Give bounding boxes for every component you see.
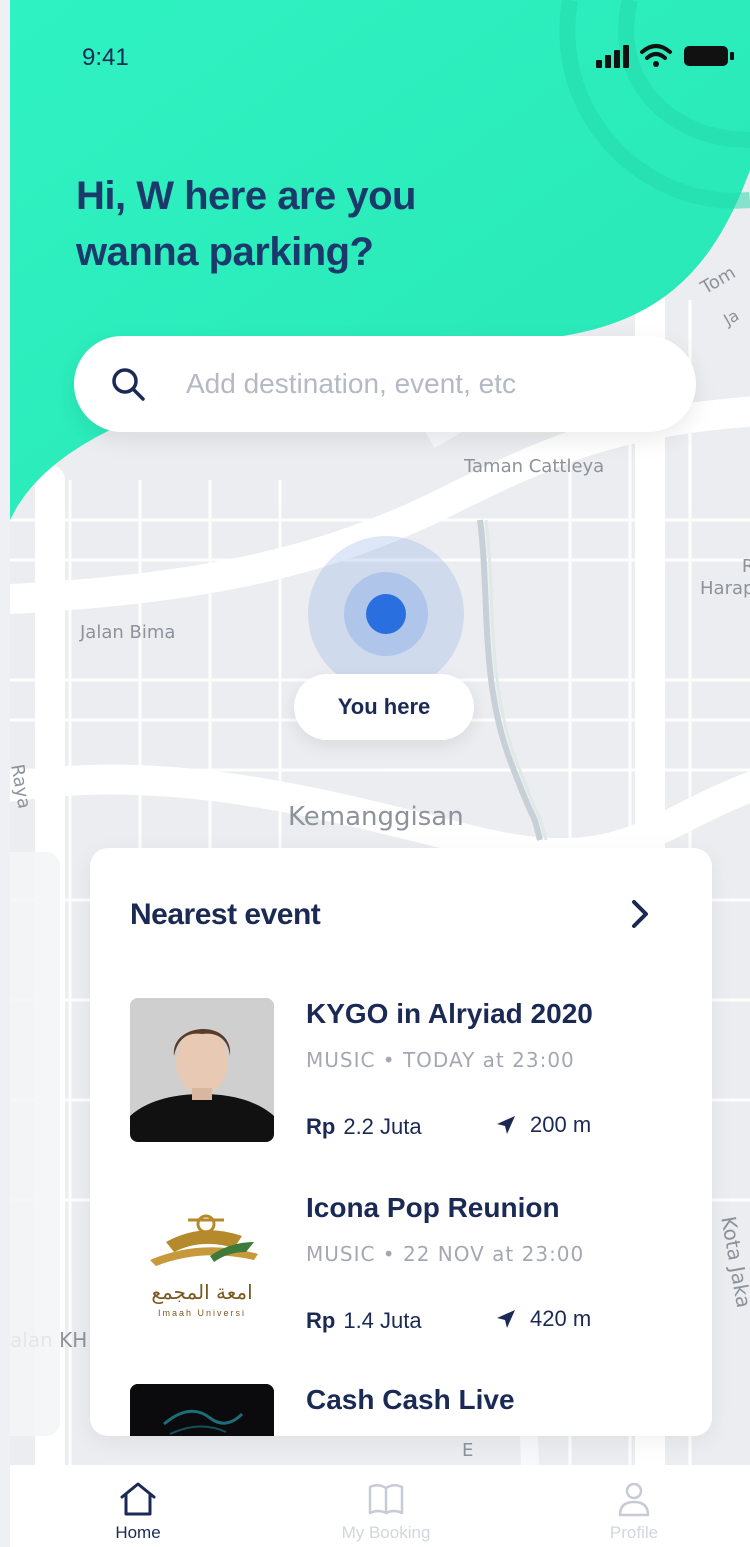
university-logo — [150, 1214, 258, 1266]
nearest-event-title: Nearest event — [130, 898, 321, 931]
event-meta: MUSIC • TODAY at 23:00 — [306, 1048, 575, 1072]
you-here-label: You here — [294, 674, 474, 740]
map-label-harap: R Harap — [700, 556, 750, 599]
book-icon — [368, 1484, 404, 1515]
greeting-heading: Hi, W here are you wanna parking? — [76, 168, 496, 280]
status-icons — [596, 44, 734, 68]
map-label-jalan-bima: Jalan Bima — [80, 622, 176, 643]
cash-cash-image — [130, 1384, 274, 1436]
event-thumbnail-portrait — [130, 998, 274, 1142]
event-meta: MUSIC • 22 NOV at 23:00 — [306, 1242, 585, 1266]
user-icon — [618, 1482, 650, 1517]
chevron-right-icon[interactable] — [626, 896, 654, 932]
logo-text-english: Imaah Universi — [157, 1308, 247, 1318]
greeting-line-1: Hi, W here are you — [76, 174, 416, 218]
event-thumbnail-logo: امعة المجمع Imaah Universi — [130, 1202, 274, 1346]
home-icon — [120, 1482, 156, 1516]
nav-item-profile[interactable]: Profile — [544, 1465, 724, 1547]
current-location-marker[interactable] — [366, 594, 406, 634]
event-price: Rp 2.2 Juta — [306, 1114, 422, 1140]
wifi-icon — [640, 44, 672, 67]
currency-label: Rp — [306, 1114, 336, 1139]
event-item[interactable]: Cash Cash Live — [130, 1384, 690, 1436]
header-background — [10, 0, 750, 520]
nav-label-profile: Profile — [609, 1523, 659, 1542]
map-label-kemanggisan: Kemanggisan — [288, 802, 464, 832]
battery-icon — [684, 46, 734, 66]
nav-item-home[interactable]: Home — [48, 1465, 228, 1547]
search-input[interactable] — [186, 360, 666, 408]
distance-value: 420 m — [530, 1306, 592, 1331]
nav-label-my-booking: My Booking — [341, 1523, 431, 1542]
currency-label: Rp — [306, 1308, 336, 1333]
event-distance: 420 m — [496, 1306, 591, 1332]
bottom-navigation: Home My Booking Profile — [10, 1465, 750, 1547]
event-title: Cash Cash Live — [306, 1384, 515, 1415]
app-screen: Taman Cattleya Jalan Bima Kemanggisan Ra… — [0, 0, 750, 1547]
event-item[interactable]: امعة المجمع Imaah Universi Icona Pop Reu… — [130, 1192, 690, 1346]
price-value: 2.2 Juta — [343, 1114, 422, 1139]
distance-value: 200 m — [530, 1112, 592, 1137]
event-title: Icona Pop Reunion — [306, 1192, 560, 1223]
event-price: Rp 1.4 Juta — [306, 1308, 422, 1334]
greeting-line-2: wanna parking? — [76, 230, 374, 274]
nav-item-my-booking[interactable]: My Booking — [296, 1465, 476, 1547]
previous-card-peek[interactable] — [10, 852, 60, 1436]
nav-label-home: Home — [115, 1523, 161, 1542]
event-thumbnail-dark — [130, 1384, 274, 1436]
event-item[interactable]: KYGO in Alryiad 2020 MUSIC • TODAY at 23… — [130, 998, 690, 1148]
event-distance: 200 m — [496, 1112, 591, 1138]
navigation-arrow-icon — [497, 1116, 515, 1134]
logo-text-arabic: امعة المجمع — [151, 1280, 253, 1304]
signal-icon — [596, 45, 629, 68]
status-time: 9:41 — [82, 44, 129, 71]
navigation-arrow-icon — [497, 1310, 515, 1328]
search-icon — [112, 368, 145, 401]
event-title: KYGO in Alryiad 2020 — [306, 998, 593, 1029]
portrait-image — [130, 998, 274, 1142]
price-value: 1.4 Juta — [343, 1308, 422, 1333]
nearest-event-card[interactable]: Nearest event KYGO in Alryiad 2020 MUSIC… — [90, 848, 712, 1436]
search-bar[interactable] — [74, 336, 696, 432]
map-label-e: E — [462, 1440, 474, 1461]
